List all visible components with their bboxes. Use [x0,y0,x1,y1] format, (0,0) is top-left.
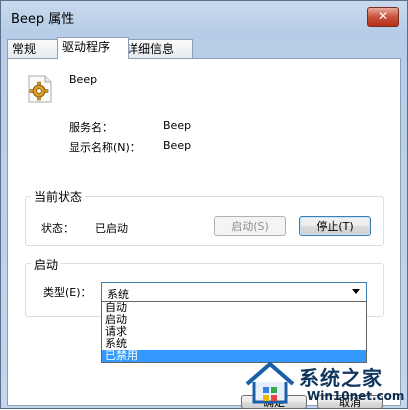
watermark: 系统之家 Win10net.com [237,356,408,410]
status-label: 状态： [41,222,74,235]
option-automatic[interactable]: 自动 [102,302,366,314]
tab-bar: 常规 驱动程序 详细信息 [7,37,401,59]
start-button[interactable]: 启动(S) [214,216,286,236]
tab-general[interactable]: 常规 [7,39,61,58]
startup-group-title: 启动 [31,256,62,273]
chevron-down-icon[interactable] [352,289,360,294]
startup-type-select[interactable]: 系统 [101,282,367,302]
dialog-window: Beep 属性 ✕ 常规 驱动程序 详细信息 Beep 服务名： Beep 显示… [0,0,408,409]
window-title: Beep 属性 [11,12,75,27]
driver-name: Beep [69,73,98,86]
status-value: 已启动 [95,222,128,235]
option-manual[interactable]: 请求 [102,326,366,338]
tab-details[interactable]: 详细信息 [121,39,193,58]
option-system[interactable]: 系统 [102,338,366,350]
startup-type-label: 类型(E)： [43,286,92,299]
close-button[interactable]: ✕ [367,7,399,27]
tab-driver[interactable]: 驱动程序 [57,37,129,59]
startup-type-value: 系统 [107,288,129,301]
service-name-value: Beep [163,119,192,132]
watermark-text: 系统之家 [299,366,383,390]
house-logo-icon [245,361,295,404]
status-group-title: 当前状态 [31,188,86,205]
title-bar[interactable]: Beep 属性 ✕ [1,1,407,31]
gear-icon [28,75,52,103]
startup-type-dropdown: 自动 启动 请求 系统 已禁用 [101,301,367,363]
display-name-label: 显示名称(N)： [69,141,141,154]
watermark-url: Win10net.com [307,389,405,403]
option-boot[interactable]: 启动 [102,314,366,326]
service-name-label: 服务名： [69,121,113,134]
display-name-value: Beep [163,139,192,152]
stop-button[interactable]: 停止(T) [299,216,371,236]
